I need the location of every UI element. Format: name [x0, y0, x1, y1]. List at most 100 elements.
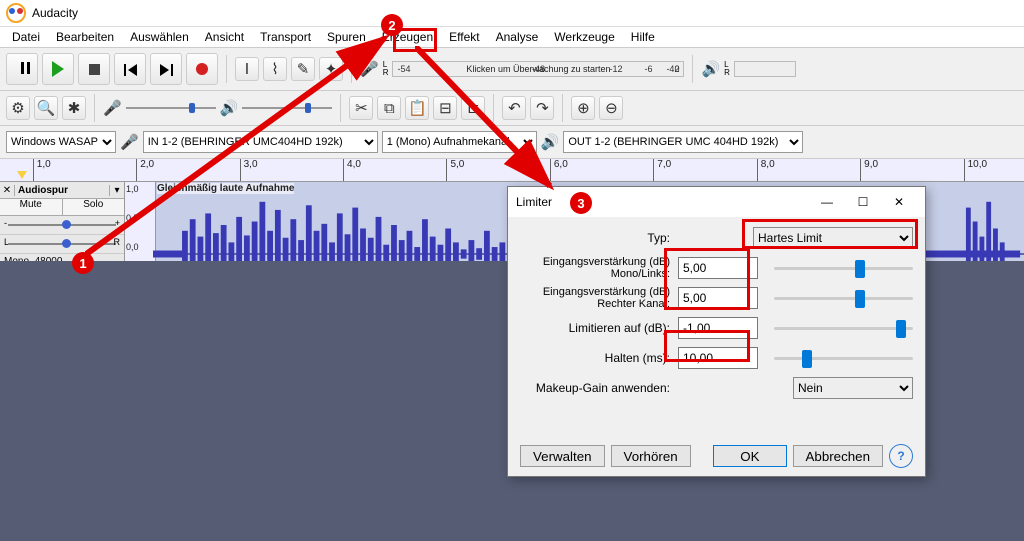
record-meter[interactable]: -54 -48 -42 Klicken um Überwachung zu st…: [392, 61, 684, 77]
play-icon: [52, 61, 64, 77]
pause-icon: [21, 62, 24, 77]
tool-envelope[interactable]: ⌇: [263, 57, 287, 81]
menu-tools[interactable]: Werkzeuge: [546, 28, 622, 46]
hold-slider[interactable]: [774, 348, 913, 368]
play-meter-lr: LR: [724, 61, 730, 77]
type-select[interactable]: Hartes Limit: [753, 227, 913, 249]
cancel-button[interactable]: Abbrechen: [793, 445, 883, 467]
copy-button[interactable]: ⧉: [377, 96, 401, 120]
stop-button[interactable]: [78, 53, 110, 85]
track-name[interactable]: Audiospur: [15, 185, 109, 196]
gain-mono-input[interactable]: [678, 257, 758, 279]
track-close-button[interactable]: ✕: [0, 185, 15, 196]
meter-hint: Klicken um Überwachung zu starten: [466, 64, 610, 74]
limit-slider[interactable]: [774, 318, 913, 338]
zoom-button[interactable]: 🔍: [34, 96, 58, 120]
play-volume-slider[interactable]: [242, 102, 332, 114]
star-icon: ✱: [68, 101, 81, 116]
close-button[interactable]: ✕: [881, 191, 917, 213]
playback-meter[interactable]: [734, 61, 796, 77]
speaker-icon: 🔊: [541, 135, 560, 150]
help-button[interactable]: ?: [889, 444, 913, 468]
cut-button[interactable]: ✂: [349, 96, 373, 120]
rec-volume-slider[interactable]: [126, 102, 216, 114]
makeup-select[interactable]: Nein: [793, 377, 913, 399]
menu-file[interactable]: Datei: [4, 28, 48, 46]
paste-button[interactable]: 📋: [405, 96, 429, 120]
menu-view[interactable]: Ansicht: [197, 28, 252, 46]
ruler-label: 3,0: [244, 159, 258, 170]
setup-button[interactable]: ⚙: [6, 96, 30, 120]
ruler-label: 4,0: [347, 159, 361, 170]
annotation-marker-1: 1: [72, 252, 94, 274]
limit-input[interactable]: [678, 317, 758, 339]
pause-button[interactable]: [6, 53, 38, 85]
undo-icon: ↶: [508, 101, 521, 116]
star-button[interactable]: ✱: [62, 96, 86, 120]
play-button[interactable]: [42, 53, 74, 85]
makeup-label: Makeup-Gain anwenden:: [520, 381, 670, 395]
silence-icon: ⊏: [467, 101, 480, 116]
skip-start-icon: [124, 62, 137, 76]
menu-effect[interactable]: Effekt: [441, 28, 487, 46]
menu-help[interactable]: Hilfe: [623, 28, 663, 46]
mic-icon: 🎤: [120, 135, 139, 150]
minimize-button[interactable]: —: [809, 191, 845, 213]
ruler-label: 1,0: [37, 159, 51, 170]
menu-analyze[interactable]: Analyse: [488, 28, 547, 46]
tool-multi[interactable]: ✦: [319, 57, 343, 81]
skip-start-button[interactable]: [114, 53, 146, 85]
device-toolbar: Windows WASAPI 🎤 IN 1-2 (BEHRINGER UMC40…: [0, 126, 1024, 159]
input-channels-select[interactable]: 1 (Mono) Aufnahmekanal: [382, 131, 537, 153]
input-device-select[interactable]: IN 1-2 (BEHRINGER UMC404HD 192k): [143, 131, 378, 153]
mute-button[interactable]: Mute: [0, 199, 63, 215]
type-label: Typ:: [520, 231, 670, 245]
copy-icon: ⧉: [384, 101, 395, 116]
solo-button[interactable]: Solo: [63, 199, 125, 215]
meter-tick: 0: [674, 64, 679, 74]
silence-button[interactable]: ⊏: [461, 96, 485, 120]
zoom-in-button[interactable]: ⊕: [571, 96, 595, 120]
magnifier-icon: 🔍: [37, 101, 56, 116]
manage-button[interactable]: Verwalten: [520, 445, 605, 467]
zoom-out-icon: ⊖: [605, 101, 618, 116]
skip-end-button[interactable]: [150, 53, 182, 85]
redo-button[interactable]: ↷: [530, 96, 554, 120]
pan-right: R: [114, 237, 121, 247]
dialog-footer: Verwalten Vorhören OK Abbrechen ?: [508, 444, 925, 468]
record-button[interactable]: [186, 53, 218, 85]
app-title: Audacity: [32, 6, 78, 20]
tool-draw[interactable]: ✎: [291, 57, 315, 81]
output-device-select[interactable]: OUT 1-2 (BEHRINGER UMC 404HD 192k): [563, 131, 803, 153]
meter-tick: -6: [644, 64, 652, 74]
meter-tick: -12: [609, 64, 622, 74]
gain-right-slider[interactable]: [774, 288, 913, 308]
audio-host-select[interactable]: Windows WASAPI: [6, 131, 116, 153]
menu-edit[interactable]: Bearbeiten: [48, 28, 122, 46]
tool-selection[interactable]: Ⅰ: [235, 57, 259, 81]
dialog-body: Typ: Hartes Limit Eingangsverstärkung (d…: [508, 217, 925, 407]
gain-mono-slider[interactable]: [774, 258, 913, 278]
menu-transport[interactable]: Transport: [252, 28, 319, 46]
maximize-button[interactable]: ☐: [845, 191, 881, 213]
clip-title[interactable]: Gleichmäßig laute Aufnahme: [157, 183, 294, 194]
trim-button[interactable]: ⊟: [433, 96, 457, 120]
menu-select[interactable]: Auswählen: [122, 28, 197, 46]
undo-button[interactable]: ↶: [502, 96, 526, 120]
rec-meter-lr: LR: [383, 61, 389, 77]
preview-button[interactable]: Vorhören: [611, 445, 691, 467]
gain-minus: -: [4, 218, 7, 228]
pan-slider[interactable]: L R: [0, 235, 124, 254]
zoom-out-button[interactable]: ⊖: [599, 96, 623, 120]
audacity-logo-icon: [6, 3, 26, 23]
gain-right-input[interactable]: [678, 287, 758, 309]
timeline-ruler[interactable]: 1,0 2,0 3,0 4,0 5,0 6,0 7,0 8,0 9,0 10,0: [0, 159, 1024, 182]
track-menu-button[interactable]: ▾: [109, 185, 124, 196]
ruler-label: 2,0: [140, 159, 154, 170]
hold-input[interactable]: [678, 347, 758, 369]
ok-button[interactable]: OK: [713, 445, 786, 467]
gain-slider[interactable]: - +: [0, 216, 124, 235]
skip-end-icon: [160, 62, 173, 76]
gain-right-label: Eingangsverstärkung (dB)Rechter Kanal:: [520, 286, 670, 310]
menu-tracks[interactable]: Spuren: [319, 28, 374, 46]
